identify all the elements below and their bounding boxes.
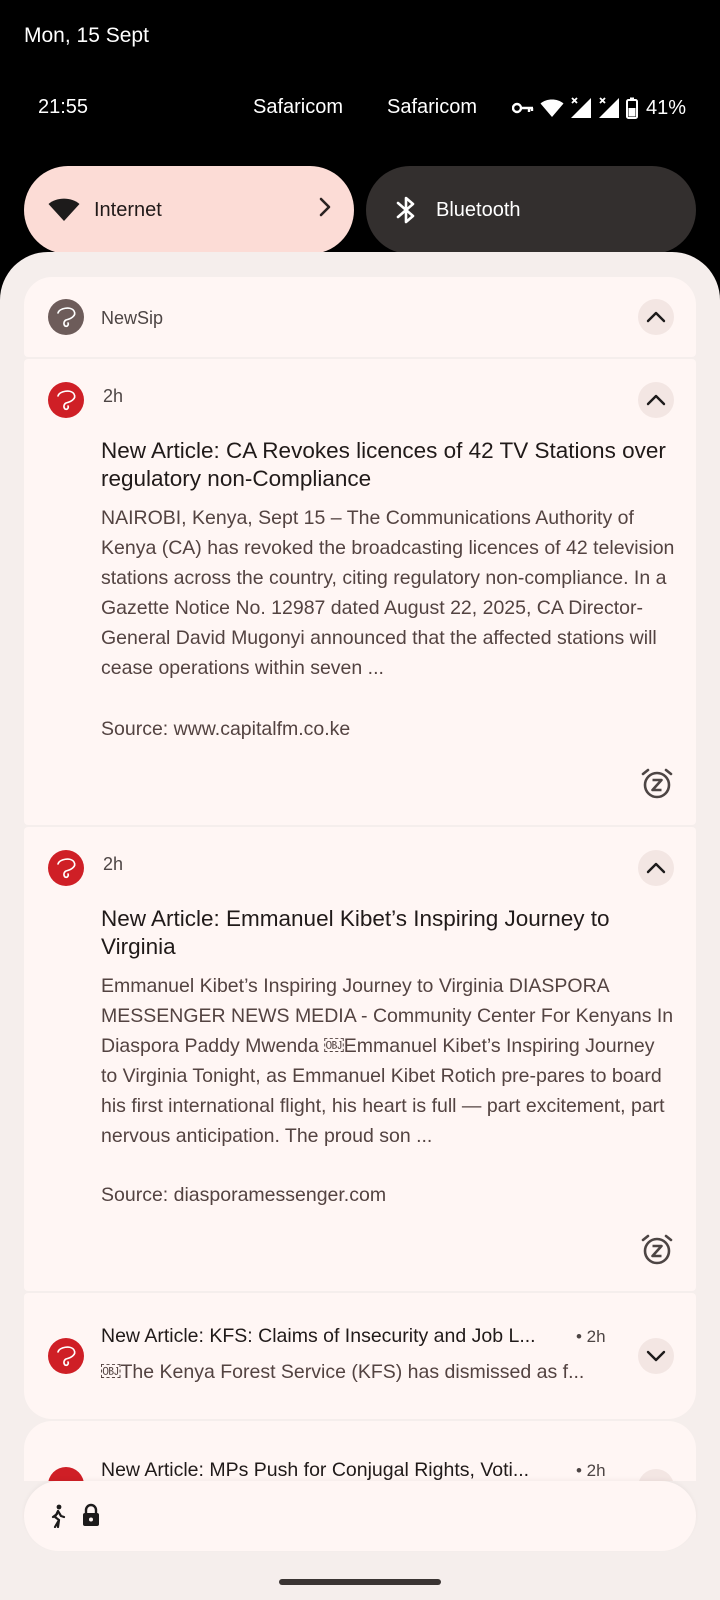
signal-icon <box>570 97 592 119</box>
collapse-notification-button[interactable] <box>638 382 674 418</box>
chevron-up-icon <box>646 862 666 874</box>
chevron-right-icon[interactable] <box>318 196 332 223</box>
notification-title: New Article: Emmanuel Kibet’s Inspiring … <box>101 906 610 959</box>
battery-percent: 41% <box>646 96 687 119</box>
wifi-icon <box>48 194 80 226</box>
notification-title: New Article: MPs Push for Conjugal Right… <box>101 1459 530 1481</box>
notification-source: Source: www.capitalfm.co.ke <box>101 718 351 740</box>
snooze-icon[interactable] <box>640 1233 674 1267</box>
bottom-status-bar <box>24 1481 696 1551</box>
newsip-app-icon <box>48 382 84 418</box>
wifi-icon <box>540 98 564 118</box>
notification-body: Emmanuel Kibet’s Inspiring Journey to Vi… <box>101 975 674 1147</box>
notification-item[interactable]: 2h New Article: Emmanuel Kibet’s Inspiri… <box>24 827 696 1291</box>
home-indicator[interactable] <box>279 1579 441 1585</box>
internet-tile[interactable]: Internet <box>24 166 354 254</box>
notification-item[interactable]: 2h New Article: CA Revokes licences of 4… <box>24 359 696 825</box>
collapse-notification-button[interactable] <box>638 850 674 886</box>
signal-icon <box>598 97 620 119</box>
lock-icon <box>82 1503 100 1532</box>
bluetooth-icon <box>390 194 422 226</box>
status-bar: 21:55 Safaricom Safaricom 41% <box>0 88 720 128</box>
newsip-app-icon <box>48 850 84 886</box>
notification-group-header[interactable]: NewSip <box>24 277 696 357</box>
vpn-key-icon <box>512 101 534 115</box>
notification-body: ￼The Kenya Forest Service (KFS) has dism… <box>101 1361 585 1383</box>
notification-item[interactable]: New Article: MPs Push for Conjugal Right… <box>24 1421 696 1481</box>
chevron-up-icon <box>646 311 666 323</box>
newsip-app-icon <box>48 1467 84 1481</box>
notification-body: NAIROBI, Kenya, Sept 15 – The Communicat… <box>101 507 675 679</box>
status-date: Mon, 15 Sept <box>24 24 149 47</box>
chevron-down-icon <box>646 1350 666 1362</box>
chevron-up-icon <box>646 394 666 406</box>
expand-notification-button[interactable] <box>638 1338 674 1374</box>
notification-source: Source: diasporamessenger.com <box>101 1184 387 1206</box>
notification-time: • 2h <box>576 1327 606 1346</box>
notification-time: 2h <box>103 386 124 406</box>
status-icons: 41% <box>512 94 686 122</box>
newsip-app-icon <box>48 299 84 335</box>
newsip-app-icon <box>48 1338 84 1374</box>
bluetooth-tile-label: Bluetooth <box>436 198 521 221</box>
battery-icon <box>626 97 638 119</box>
carrier-1-label: Safaricom <box>253 96 344 118</box>
notification-time: • 2h <box>576 1461 606 1480</box>
expand-notification-button[interactable] <box>638 1469 674 1481</box>
notification-title: New Article: KFS: Claims of Insecurity a… <box>101 1325 536 1347</box>
notification-time: 2h <box>103 854 124 874</box>
status-time: 21:55 <box>38 96 89 118</box>
bluetooth-tile[interactable]: Bluetooth <box>366 166 696 254</box>
snooze-icon[interactable] <box>640 767 674 801</box>
notification-item[interactable]: New Article: KFS: Claims of Insecurity a… <box>24 1293 696 1419</box>
internet-tile-label: Internet <box>94 198 162 221</box>
collapse-group-button[interactable] <box>638 299 674 335</box>
walking-icon <box>50 1504 66 1533</box>
notification-title: New Article: CA Revokes licences of 42 T… <box>101 438 666 491</box>
app-name: NewSip <box>101 308 164 328</box>
carrier-2-label: Safaricom <box>387 96 478 118</box>
